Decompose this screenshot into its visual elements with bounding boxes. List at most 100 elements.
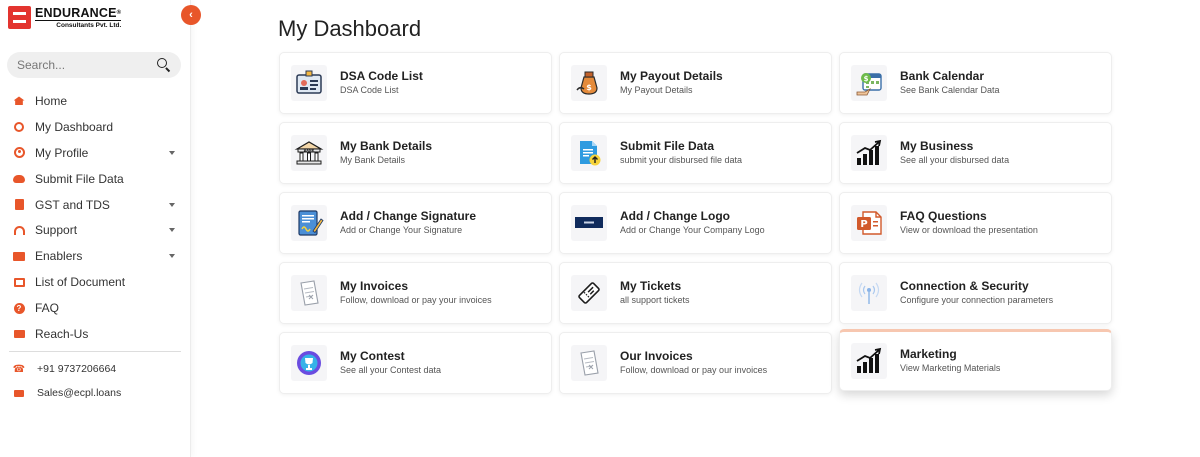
card-title: Add / Change Logo [620, 209, 730, 223]
card-title: My Bank Details [340, 139, 433, 153]
divider [9, 351, 181, 352]
sidebar-item-gst-and-tds[interactable]: GST and TDS [0, 192, 191, 218]
card-subtitle: submit your disbursed file data [620, 155, 743, 165]
card-title: Marketing [900, 347, 957, 361]
id-card-icon [291, 65, 327, 101]
sidebar-item-faq[interactable]: ? FAQ [0, 295, 191, 321]
card-subtitle: Add or Change Your Company Logo [620, 225, 765, 235]
sidebar-item-label: GST and TDS [35, 197, 110, 212]
card-my-tickets[interactable]: My Tickets all support tickets [559, 262, 832, 324]
card-text: Our Invoices Follow, download or pay our… [620, 349, 767, 377]
file-icon [13, 199, 25, 211]
card-text: My Bank Details My Bank Details [340, 139, 432, 167]
sidebar-collapse-button[interactable]: ‹ [181, 5, 201, 25]
card-title: Add / Change Signature [340, 209, 477, 223]
card-my-payout-details[interactable]: $ My Payout Details My Payout Details [559, 52, 832, 114]
brand-logo[interactable]: ENDURANCE® Consultants Pvt. Ltd. [8, 6, 122, 30]
brand-name-text: ENDURANCE [35, 6, 117, 20]
card-subtitle: My Bank Details [340, 155, 406, 165]
card-text: Submit File Data submit your disbursed f… [620, 139, 742, 167]
card-title: My Tickets [620, 279, 682, 293]
chevron-down-icon [169, 228, 175, 233]
card-text: My Invoices Follow, download or pay your… [340, 279, 492, 307]
card-submit-file-data[interactable]: Submit File Data submit your disbursed f… [559, 122, 832, 184]
card-title: DSA Code List [340, 69, 423, 83]
trophy-icon [291, 345, 327, 381]
sidebar-item-submit-file-data[interactable]: Submit File Data [0, 166, 191, 192]
email-address: Sales@ecpl.loans [37, 387, 122, 399]
chevron-down-icon [169, 150, 175, 155]
card-title: FAQ Questions [900, 209, 987, 223]
card-bank-calendar[interactable]: $ Bank Calendar See Bank Calendar Data [839, 52, 1112, 114]
calendar-icon: $ [851, 65, 887, 101]
sidebar-item-my-profile[interactable]: My Profile [0, 140, 191, 166]
sidebar-item-label: My Dashboard [35, 119, 114, 134]
sidebar-item-label: Support [35, 223, 78, 238]
sidebar-item-list-of-document[interactable]: List of Document [0, 269, 191, 295]
brand-text: ENDURANCE® Consultants Pvt. Ltd. [35, 6, 122, 30]
invoice-icon [291, 275, 327, 311]
card-text: DSA Code List DSA Code List [340, 69, 423, 97]
card-our-invoices[interactable]: Our Invoices Follow, download or pay our… [559, 332, 832, 394]
sidebar-item-reach-us[interactable]: Reach-Us [0, 321, 191, 347]
sidebar-item-enablers[interactable]: Enablers [0, 243, 191, 269]
search-icon[interactable] [157, 58, 171, 72]
sidebar-item-label: FAQ [35, 301, 60, 316]
card-subtitle: See all your Contest data [340, 365, 442, 375]
chevron-left-icon: ‹ [189, 9, 193, 21]
card-title: Connection & Security [900, 279, 1029, 293]
card-add-change-signature[interactable]: Add / Change Signature Add or Change You… [279, 192, 552, 254]
card-subtitle: Follow, download or pay our invoices [620, 365, 768, 375]
card-marketing[interactable]: Marketing View Marketing Materials [839, 329, 1112, 391]
svg-text:P: P [860, 219, 867, 230]
card-my-bank-details[interactable]: BANK My Bank Details My Bank Details [279, 122, 552, 184]
card-connection-security[interactable]: Connection & Security Configure your con… [839, 262, 1112, 324]
card-add-change-logo[interactable]: Add / Change Logo Add or Change Your Com… [559, 192, 832, 254]
card-faq-questions[interactable]: P FAQ Questions View or download the pre… [839, 192, 1112, 254]
brand-logo-icon [8, 6, 31, 29]
search-input[interactable] [17, 58, 157, 72]
card-subtitle: Add or Change Your Signature [340, 225, 463, 235]
card-text: FAQ Questions View or download the prese… [900, 209, 1038, 237]
envelope-icon [13, 389, 25, 397]
home-icon [13, 95, 25, 107]
card-title: Our Invoices [620, 349, 693, 363]
brand-subtitle: Consultants Pvt. Ltd. [56, 22, 122, 29]
card-subtitle: View or download the presentation [900, 225, 1038, 235]
brand-name: ENDURANCE® [35, 6, 122, 21]
sidebar-nav: Home My Dashboard My Profile Submit File… [0, 88, 191, 347]
card-text: Marketing View Marketing Materials [900, 347, 1000, 375]
contact-email[interactable]: Sales@ecpl.loans [0, 385, 191, 401]
powerpoint-icon: P [851, 205, 887, 241]
card-subtitle: Configure your connection parameters [900, 295, 1054, 305]
list-icon [13, 276, 25, 288]
logo-banner-icon [571, 205, 607, 241]
card-subtitle: See Bank Calendar Data [900, 85, 1000, 95]
svg-text:$: $ [586, 83, 592, 92]
invoice-icon [571, 345, 607, 381]
question-icon: ? [13, 302, 25, 314]
card-my-invoices[interactable]: My Invoices Follow, download or pay your… [279, 262, 552, 324]
card-subtitle: DSA Code List [340, 85, 399, 95]
sidebar-item-support[interactable]: Support [0, 217, 191, 243]
card-text: My Contest See all your Contest data [340, 349, 441, 377]
page-title: My Dashboard [278, 16, 422, 41]
sidebar-item-label: Submit File Data [35, 171, 124, 186]
card-subtitle: See all your disbursed data [900, 155, 1010, 165]
card-text: Bank Calendar See Bank Calendar Data [900, 69, 1000, 97]
sidebar-item-home[interactable]: Home [0, 88, 191, 114]
card-subtitle: all support tickets [620, 295, 690, 305]
card-text: Connection & Security Configure your con… [900, 279, 1053, 307]
sidebar-item-my-dashboard[interactable]: My Dashboard [0, 114, 191, 140]
contact-phone[interactable]: ☎ +91 9737206664 [0, 361, 191, 377]
sidebar-item-label: My Profile [35, 145, 89, 160]
card-text: My Payout Details My Payout Details [620, 69, 723, 97]
sidebar-item-label: Home [35, 93, 68, 108]
card-dsa-code-list[interactable]: DSA Code List DSA Code List [279, 52, 552, 114]
card-my-contest[interactable]: My Contest See all your Contest data [279, 332, 552, 394]
user-icon [13, 147, 25, 159]
card-my-business[interactable]: My Business See all your disbursed data [839, 122, 1112, 184]
registered-mark: ® [116, 10, 122, 16]
card-text: My Business See all your disbursed data [900, 139, 1009, 167]
card-subtitle: View Marketing Materials [900, 363, 1001, 373]
